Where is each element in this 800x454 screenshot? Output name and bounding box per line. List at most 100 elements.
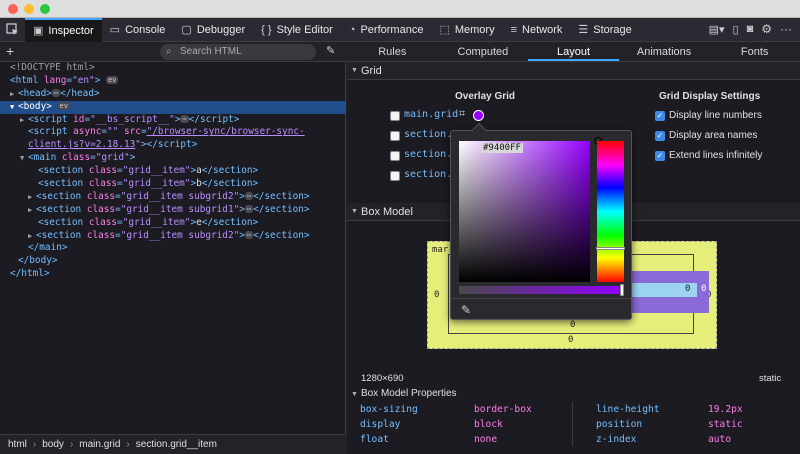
main-close-node: </main> <box>28 242 68 254</box>
html-node[interactable]: <html lang="en"> ev <box>0 75 346 88</box>
tab-console[interactable]: ▭ Console <box>102 18 174 42</box>
toolbar-actions: ▤▾ ▯ ◙ ⚙ ··· <box>709 22 792 36</box>
script-async-node-cont: client.js?v=2.18.13"></script> <box>28 139 198 151</box>
markup-searchbar: + ⌕ Search HTML ✎ <box>0 42 346 62</box>
expand-arrow-icon[interactable]: ▶ <box>28 230 36 243</box>
eyedropper-icon[interactable]: ✎ <box>461 303 471 317</box>
grid-label[interactable]: main.grid <box>404 109 458 120</box>
tab-storage[interactable]: ☰ Storage <box>570 18 639 42</box>
search-html-input[interactable]: ⌕ Search HTML <box>160 44 316 60</box>
minimize-window-button[interactable] <box>24 4 34 14</box>
select-frame-icon[interactable]: ▤▾ <box>709 23 725 36</box>
doctype-node[interactable]: <!DOCTYPE html> <box>0 62 346 75</box>
style-editor-icon: { } <box>261 23 272 36</box>
markup-tree: <!DOCTYPE html> <html lang="en"> ev ▶ <he… <box>0 62 346 281</box>
section-node[interactable]: <section class="grid__item">a</section> <box>0 165 346 178</box>
screenshot-icon[interactable]: ◙ <box>747 23 754 35</box>
margin-bottom-value[interactable]: 0 <box>568 335 573 345</box>
breadcrumb-main[interactable]: main.grid <box>79 439 120 450</box>
grid-label[interactable]: section. <box>404 169 452 180</box>
event-badge[interactable]: ev <box>106 75 119 84</box>
expand-arrow-icon[interactable]: ▶ <box>28 191 36 204</box>
element-size: 1280×690 <box>361 373 404 384</box>
debugger-icon: ▢ <box>181 24 192 36</box>
head-node[interactable]: ▶ <head> ⋯ </head> <box>0 88 346 101</box>
html-close-node: </html> <box>10 268 50 280</box>
element-position: static <box>759 373 782 384</box>
hue-slider-handle[interactable] <box>596 247 625 250</box>
grid-color-swatch[interactable] <box>473 110 484 121</box>
section-node[interactable]: <section class="grid__item">b</section> <box>0 178 346 191</box>
section-node[interactable]: ▶ <section class="grid__item subgrid2"> ⋯ <… <box>0 230 346 243</box>
section-node[interactable]: <section class="grid__item">e</section> <box>0 217 346 230</box>
settings-gear-icon[interactable]: ⚙ <box>761 22 772 36</box>
collapse-arrow-icon: ▼ <box>351 67 358 74</box>
properties-divider <box>572 402 573 446</box>
extend-lines-label[interactable]: Extend lines infinitely <box>669 150 762 161</box>
eyedropper-icon[interactable]: ✎ <box>326 44 335 57</box>
extend-lines-checkbox[interactable]: ✓ <box>655 151 665 161</box>
expand-arrow-icon[interactable]: ▶ <box>20 114 28 127</box>
breadcrumb-html[interactable]: html <box>8 439 27 450</box>
window-titlebar <box>0 0 800 18</box>
tab-memory[interactable]: ⬚ Memory <box>431 18 502 42</box>
tab-layout[interactable]: Layout <box>528 42 619 61</box>
color-picker-popup: #9400FF ✎ <box>450 122 632 320</box>
script-async-node[interactable]: <script async="" src="/browser-sync/brow… <box>0 126 346 139</box>
more-options-icon[interactable]: ··· <box>780 22 792 36</box>
grid-checkbox[interactable] <box>390 111 400 121</box>
section-list: <section class="grid__item">a</section> <… <box>0 165 346 242</box>
maximize-window-button[interactable] <box>40 4 50 14</box>
close-window-button[interactable] <box>8 4 18 14</box>
hue-slider[interactable] <box>596 141 625 282</box>
expand-arrow-icon[interactable]: ▶ <box>28 204 36 217</box>
body-node[interactable]: ▼ <body> ev <box>0 100 346 114</box>
responsive-mode-icon[interactable]: ▯ <box>733 23 739 36</box>
collapse-arrow-icon: ▼ <box>351 391 358 398</box>
tab-performance[interactable]: ◔ Performance <box>341 18 432 42</box>
tab-computed[interactable]: Computed <box>438 42 529 61</box>
main-node[interactable]: ▼ <main class="grid"> <box>0 152 346 165</box>
add-node-icon[interactable]: + <box>6 43 14 59</box>
grid-checkbox[interactable] <box>390 171 400 181</box>
performance-icon: ◔ <box>348 23 356 36</box>
grid-checkbox[interactable] <box>390 131 400 141</box>
tab-rules[interactable]: Rules <box>347 42 438 61</box>
search-icon: ⌕ <box>166 46 172 57</box>
memory-icon: ⬚ <box>439 24 450 36</box>
margin-left-value[interactable]: 0 <box>434 290 439 300</box>
expand-arrow-icon[interactable]: ▶ <box>10 88 18 101</box>
collapse-arrow-icon: ▼ <box>351 208 358 215</box>
sidebar-tabs: Rules Computed Layout Animations Fonts <box>347 42 800 62</box>
tab-inspector[interactable]: ▣ Inspector <box>25 17 102 42</box>
collapse-arrow-icon[interactable]: ▼ <box>10 101 18 114</box>
tab-fonts[interactable]: Fonts <box>709 42 800 61</box>
tab-debugger[interactable]: ▢ Debugger <box>173 18 253 42</box>
collapse-arrow-icon[interactable]: ▼ <box>20 152 28 165</box>
breadcrumb-section[interactable]: section.grid__item <box>136 439 217 450</box>
alpha-slider[interactable] <box>459 284 624 296</box>
display-area-names-label[interactable]: Display area names <box>669 130 757 141</box>
box-model-properties-header[interactable]: ▼ Box Model Properties <box>351 388 457 399</box>
section-node[interactable]: ▶ <section class="grid__item subgrid2"> ⋯ <… <box>0 191 346 204</box>
section-node[interactable]: ▶ <section class="grid__item subgrid1"> ⋯ <… <box>0 204 346 217</box>
grid-section-header[interactable]: ▼ Grid <box>347 62 800 80</box>
devtools-toolbar: ▣ Inspector ▭ Console ▢ Debugger { } Style E… <box>0 17 800 42</box>
alpha-slider-handle[interactable] <box>620 284 624 296</box>
display-area-names-checkbox[interactable]: ✓ <box>655 131 665 141</box>
grid-label[interactable]: section. <box>404 149 452 160</box>
breadcrumb-body[interactable]: body <box>42 439 64 450</box>
grid-outline-icon[interactable]: ⌗ <box>459 108 465 121</box>
grid-checkbox[interactable] <box>390 151 400 161</box>
script-node[interactable]: ▶ <script id="__bs_script__"> ⋯ </script> <box>0 114 346 127</box>
network-icon: ≡ <box>510 23 518 36</box>
event-badge[interactable]: ev <box>57 101 70 110</box>
tab-animations[interactable]: Animations <box>619 42 710 61</box>
display-line-numbers-checkbox[interactable]: ✓ <box>655 111 665 121</box>
pick-element-button[interactable] <box>0 18 25 42</box>
display-line-numbers-label[interactable]: Display line numbers <box>669 110 762 121</box>
color-saturation-area[interactable]: #9400FF <box>459 137 602 282</box>
tab-style-editor[interactable]: { } Style Editor <box>253 18 341 42</box>
grid-label[interactable]: section. <box>404 129 452 140</box>
tab-network[interactable]: ≡ Network <box>503 18 571 42</box>
